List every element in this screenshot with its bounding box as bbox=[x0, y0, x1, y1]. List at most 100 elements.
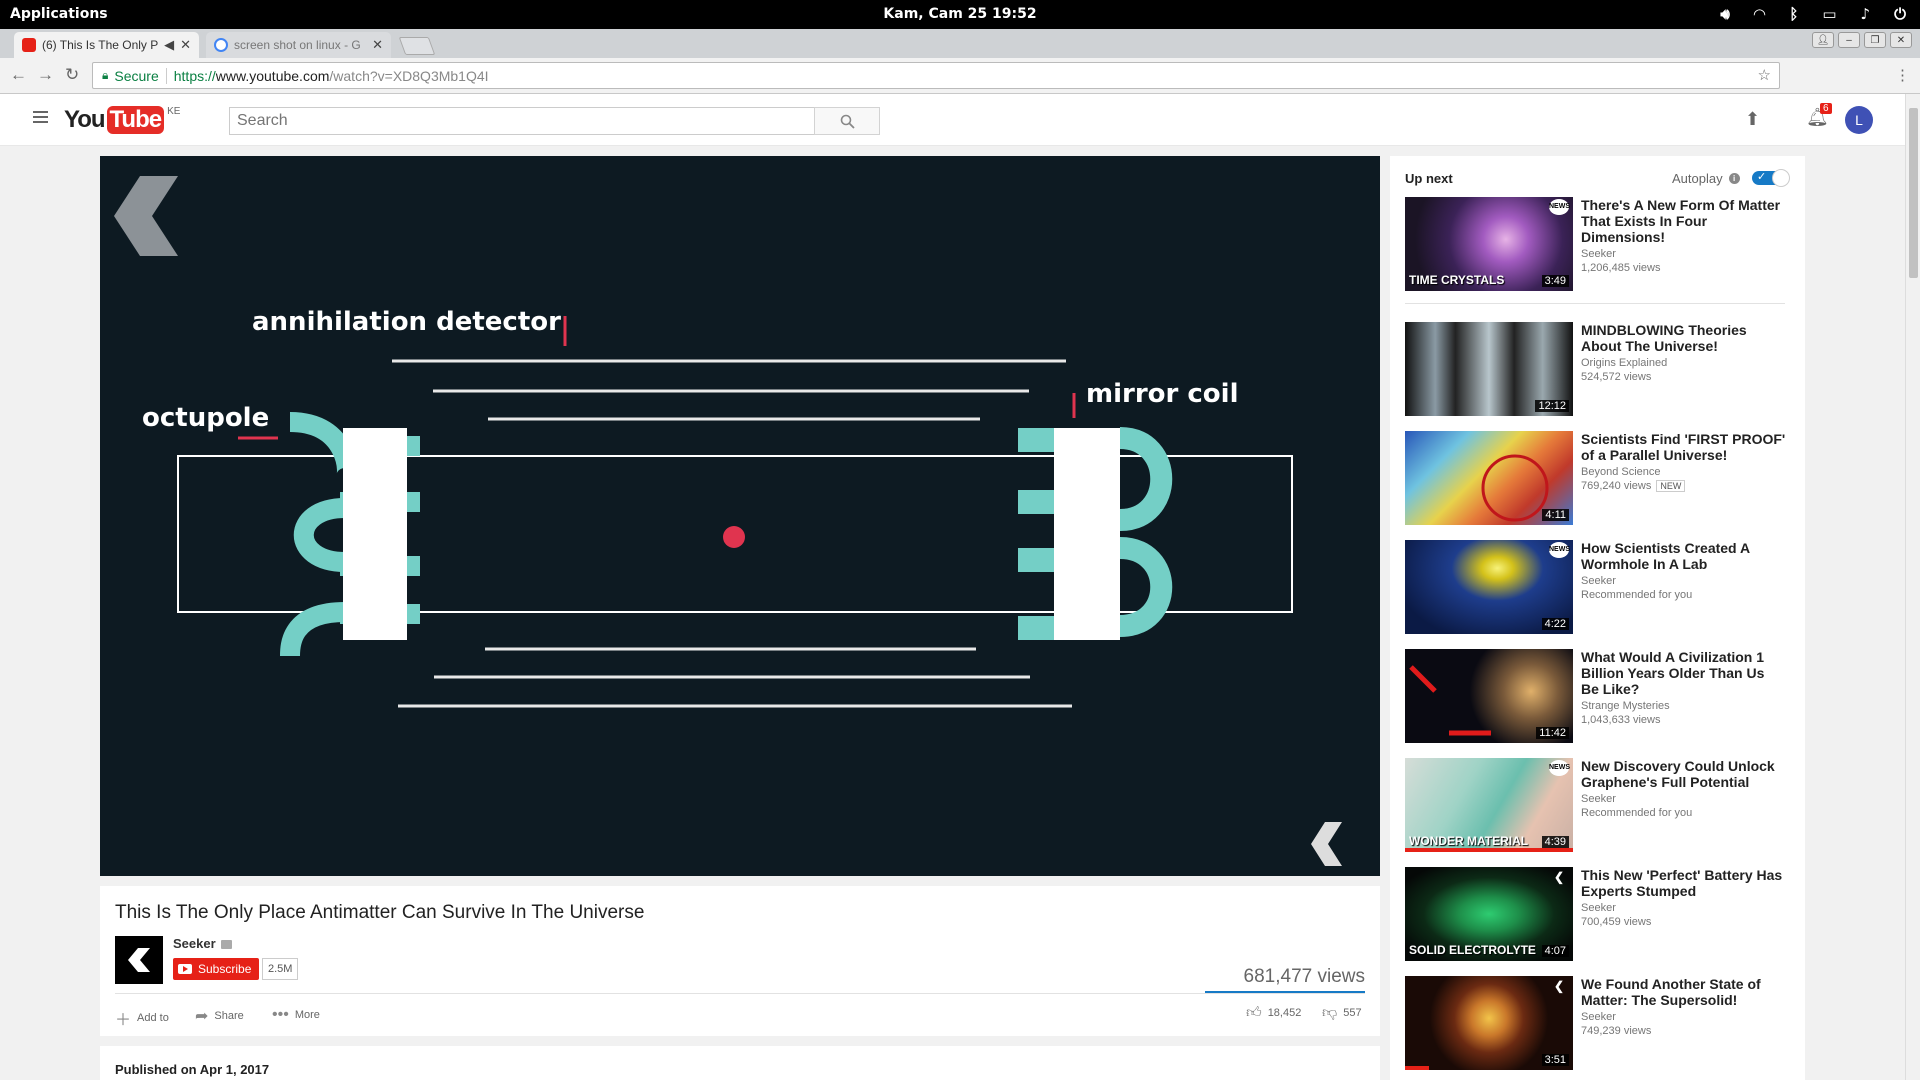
video-thumbnail[interactable]: ❮ 3:51 bbox=[1405, 976, 1573, 1070]
minimize-button[interactable]: – bbox=[1838, 32, 1860, 48]
video-thumbnail[interactable]: SOLID ELECTROLYTE ❮ 4:07 bbox=[1405, 867, 1573, 961]
channel-label[interactable]: Seeker bbox=[1581, 902, 1786, 914]
label-annihilation-detector: annihilation detector bbox=[252, 307, 561, 337]
bluetooth-icon[interactable]: ᛒ bbox=[1789, 5, 1798, 23]
subscribe-button[interactable]: Subscribe bbox=[173, 958, 260, 980]
video-thumbnail[interactable]: 11:42 bbox=[1405, 649, 1573, 743]
video-title-link[interactable]: MINDBLOWING Theories About The Universe! bbox=[1581, 322, 1786, 354]
list-item[interactable]: ❮ 3:51 We Found Another State of Matter:… bbox=[1405, 976, 1795, 1071]
lock-icon: 🔒︎ bbox=[102, 68, 109, 82]
view-info: 524,572 views bbox=[1581, 371, 1652, 383]
tab-strip: (6) This Is The Only P ◀︎ ✕ screen shot … bbox=[0, 29, 1920, 58]
close-tab-icon[interactable]: ✕ bbox=[372, 37, 383, 53]
bookmark-star-icon[interactable]: ☆ bbox=[1758, 66, 1771, 84]
duration-badge: 4:11 bbox=[1542, 509, 1569, 521]
list-item[interactable]: 11:42 What Would A Civilization 1 Billio… bbox=[1405, 649, 1795, 744]
channel-avatar[interactable] bbox=[115, 936, 163, 984]
duration-badge: 3:51 bbox=[1541, 1054, 1569, 1066]
tab-google[interactable]: screen shot on linux - G ✕ bbox=[206, 32, 391, 58]
forward-icon[interactable]: → bbox=[37, 65, 54, 85]
list-item[interactable]: TIME CRYSTALS NEWS 3:49 There's A New Fo… bbox=[1405, 197, 1795, 292]
video-thumbnail[interactable]: TIME CRYSTALS NEWS 3:49 bbox=[1405, 197, 1573, 291]
seeker-chevron-small-icon bbox=[1311, 822, 1342, 866]
channel-label[interactable]: Seeker bbox=[1581, 793, 1786, 805]
video-title-link[interactable]: This New 'Perfect' Battery Has Experts S… bbox=[1581, 867, 1786, 899]
maximize-button[interactable]: ❐ bbox=[1864, 32, 1886, 48]
close-tab-icon[interactable]: ✕ bbox=[180, 37, 191, 53]
tab-youtube[interactable]: (6) This Is The Only P ◀︎ ✕ bbox=[14, 32, 199, 58]
channel-label[interactable]: Beyond Science bbox=[1581, 466, 1786, 478]
notification-bell-icon[interactable]: ♪ bbox=[1861, 5, 1871, 23]
close-window-button[interactable]: ✕ bbox=[1890, 32, 1912, 48]
duration-badge: 4:39 bbox=[1541, 836, 1569, 848]
channel-label[interactable]: Strange Mysteries bbox=[1581, 700, 1786, 712]
reload-icon[interactable]: ↻ bbox=[65, 65, 79, 85]
power-icon[interactable]: ⏻ bbox=[1894, 5, 1906, 23]
new-tab-button[interactable] bbox=[398, 37, 436, 55]
subscriber-count: 2.5M bbox=[262, 958, 299, 980]
list-item[interactable]: 4:11 Scientists Find 'FIRST PROOF' of a … bbox=[1405, 431, 1795, 526]
video-thumbnail[interactable]: NEWS 4:22 bbox=[1405, 540, 1573, 634]
video-thumbnail[interactable]: 4:11 bbox=[1405, 431, 1573, 525]
profile-icon[interactable]: 👤︎ bbox=[1812, 32, 1834, 48]
seeker-chevron-icon bbox=[114, 176, 178, 256]
view-info: 749,239 views bbox=[1581, 1025, 1652, 1037]
channel-label[interactable]: Seeker bbox=[1581, 575, 1786, 587]
share-button[interactable]: ➦ Share bbox=[195, 1006, 244, 1026]
guide-menu-icon[interactable] bbox=[33, 111, 48, 123]
like-button[interactable]: 👍︎ 18,452 bbox=[1246, 1004, 1301, 1022]
avatar[interactable]: L bbox=[1845, 106, 1873, 134]
url-protocol: https:// bbox=[173, 67, 216, 84]
tab-title: screen shot on linux - G bbox=[234, 38, 361, 52]
add-to-button[interactable]: ＋ Add to bbox=[115, 1006, 169, 1030]
video-title-link[interactable]: We Found Another State of Matter: The Su… bbox=[1581, 976, 1786, 1008]
autoplay-toggle[interactable]: ✓ bbox=[1752, 169, 1790, 187]
battery-icon[interactable]: ▭ bbox=[1822, 5, 1836, 23]
notification-count: 6 bbox=[1820, 103, 1832, 114]
youtube-favicon-icon bbox=[22, 38, 36, 52]
system-tray[interactable]: 🔊︎ ◠ ᛒ ▭ ♪ ⏻ bbox=[1720, 5, 1906, 23]
secure-label: Secure bbox=[114, 67, 159, 84]
more-button[interactable]: ••• More bbox=[272, 1006, 320, 1024]
video-title-link[interactable]: How Scientists Created A Wormhole In A L… bbox=[1581, 540, 1786, 572]
channel-label[interactable]: Origins Explained bbox=[1581, 357, 1786, 369]
video-thumbnail[interactable]: WONDER MATERIAL NEWS 4:39 bbox=[1405, 758, 1573, 852]
video-title-link[interactable]: Scientists Find 'FIRST PROOF' of a Paral… bbox=[1581, 431, 1786, 463]
video-player[interactable]: annihilation detector octupole mirror co… bbox=[100, 156, 1380, 876]
volume-icon[interactable]: 🔊︎ bbox=[1720, 5, 1729, 23]
video-title-link[interactable]: What Would A Civilization 1 Billion Year… bbox=[1581, 649, 1786, 697]
verified-icon bbox=[220, 940, 232, 950]
clock[interactable]: Kam, Cam 25 19:52 bbox=[0, 6, 1920, 22]
youtube-logo[interactable]: You Tube KE bbox=[64, 106, 180, 134]
info-icon[interactable]: i bbox=[1728, 173, 1740, 184]
country-code: KE bbox=[167, 106, 181, 117]
up-next-sidebar: Up next Autoplay i ✓ TIME CRYSTALS NEWS … bbox=[1390, 156, 1805, 1080]
video-title-link[interactable]: There's A New Form Of Matter That Exists… bbox=[1581, 197, 1786, 245]
wifi-icon[interactable]: ◠ bbox=[1754, 5, 1766, 23]
view-info: 1,206,485 views bbox=[1581, 262, 1661, 274]
dislike-button[interactable]: 👎︎ 557 bbox=[1322, 1004, 1362, 1022]
os-top-bar: Applications Kam, Cam 25 19:52 🔊︎ ◠ ᛒ ▭ … bbox=[0, 0, 1920, 29]
list-item[interactable]: NEWS 4:22 How Scientists Created A Wormh… bbox=[1405, 540, 1795, 635]
address-bar[interactable]: 🔒︎ Secure https://www.youtube.com/watch?… bbox=[92, 62, 1780, 89]
publish-date: Published on Apr 1, 2017 bbox=[115, 1062, 270, 1077]
search-input[interactable] bbox=[229, 107, 880, 135]
list-item[interactable]: SOLID ELECTROLYTE ❮ 4:07 This New 'Perfe… bbox=[1405, 867, 1795, 962]
up-next-heading: Up next bbox=[1405, 171, 1453, 186]
channel-label[interactable]: Seeker bbox=[1581, 1011, 1786, 1023]
view-info: Recommended for you bbox=[1581, 807, 1693, 819]
list-item[interactable]: WONDER MATERIAL NEWS 4:39 New Discovery … bbox=[1405, 758, 1795, 853]
notifications-button[interactable]: 🔔︎ 6 bbox=[1806, 103, 1832, 128]
share-icon: ➦ bbox=[195, 1008, 209, 1025]
video-title-link[interactable]: New Discovery Could Unlock Graphene's Fu… bbox=[1581, 758, 1786, 790]
page-scrollbar[interactable] bbox=[1905, 94, 1920, 1080]
browser-menu-icon[interactable]: ⋮ bbox=[1895, 66, 1910, 84]
duration-badge: 4:22 bbox=[1541, 618, 1569, 630]
video-thumbnail[interactable]: 12:12 bbox=[1405, 322, 1573, 416]
channel-label[interactable]: Seeker bbox=[1581, 248, 1786, 260]
list-item[interactable]: 12:12 MINDBLOWING Theories About The Uni… bbox=[1405, 322, 1795, 417]
upload-icon[interactable]: ⬆︎ bbox=[1745, 109, 1760, 130]
channel-name[interactable]: Seeker bbox=[173, 936, 232, 951]
search-button[interactable] bbox=[814, 107, 880, 135]
back-icon[interactable]: ← bbox=[10, 65, 27, 85]
